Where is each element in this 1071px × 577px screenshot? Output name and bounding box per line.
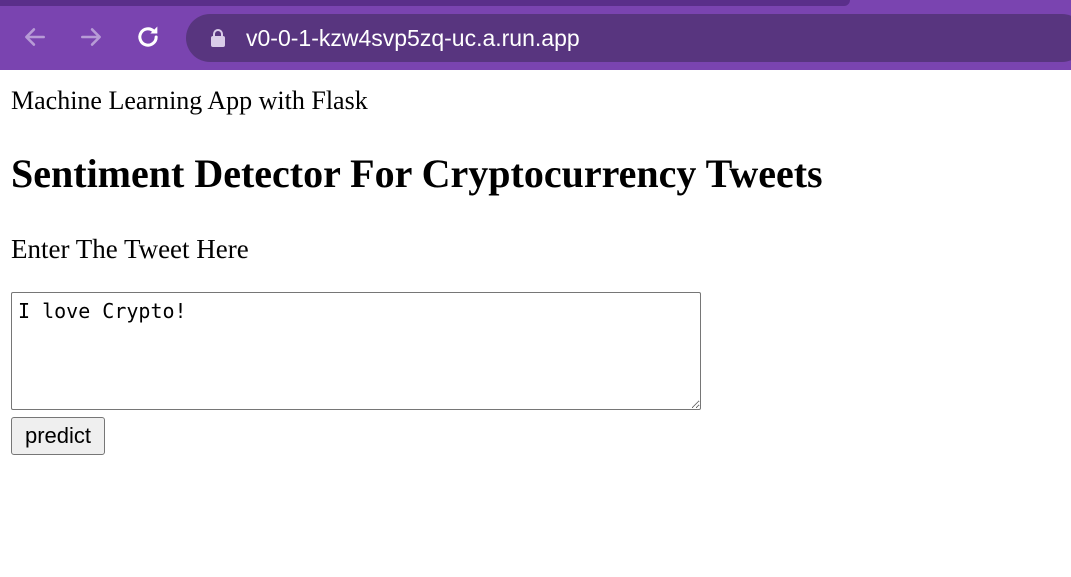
predict-button[interactable]: predict xyxy=(11,417,106,455)
forward-arrow-icon xyxy=(81,28,101,46)
forward-button[interactable] xyxy=(74,20,108,54)
page-content: Machine Learning App with Flask Sentimen… xyxy=(0,70,1071,455)
tweet-input[interactable]: I love Crypto! xyxy=(11,292,701,410)
reload-icon xyxy=(138,26,158,47)
reload-button[interactable] xyxy=(131,20,165,54)
url-text[interactable]: v0-0-1-kzw4svp5zq-uc.a.run.app xyxy=(246,25,580,52)
back-button[interactable] xyxy=(18,20,52,54)
lock-icon[interactable] xyxy=(208,26,228,50)
tab-strip xyxy=(0,0,850,6)
browser-toolbar: v0-0-1-kzw4svp5zq-uc.a.run.app xyxy=(0,0,1071,70)
address-bar[interactable]: v0-0-1-kzw4svp5zq-uc.a.run.app xyxy=(186,14,1071,62)
tweet-input-label: Enter The Tweet Here xyxy=(11,234,249,264)
page-title: Sentiment Detector For Cryptocurrency Tw… xyxy=(11,151,823,196)
back-arrow-icon xyxy=(25,28,45,46)
app-subtitle: Machine Learning App with Flask xyxy=(11,86,368,115)
